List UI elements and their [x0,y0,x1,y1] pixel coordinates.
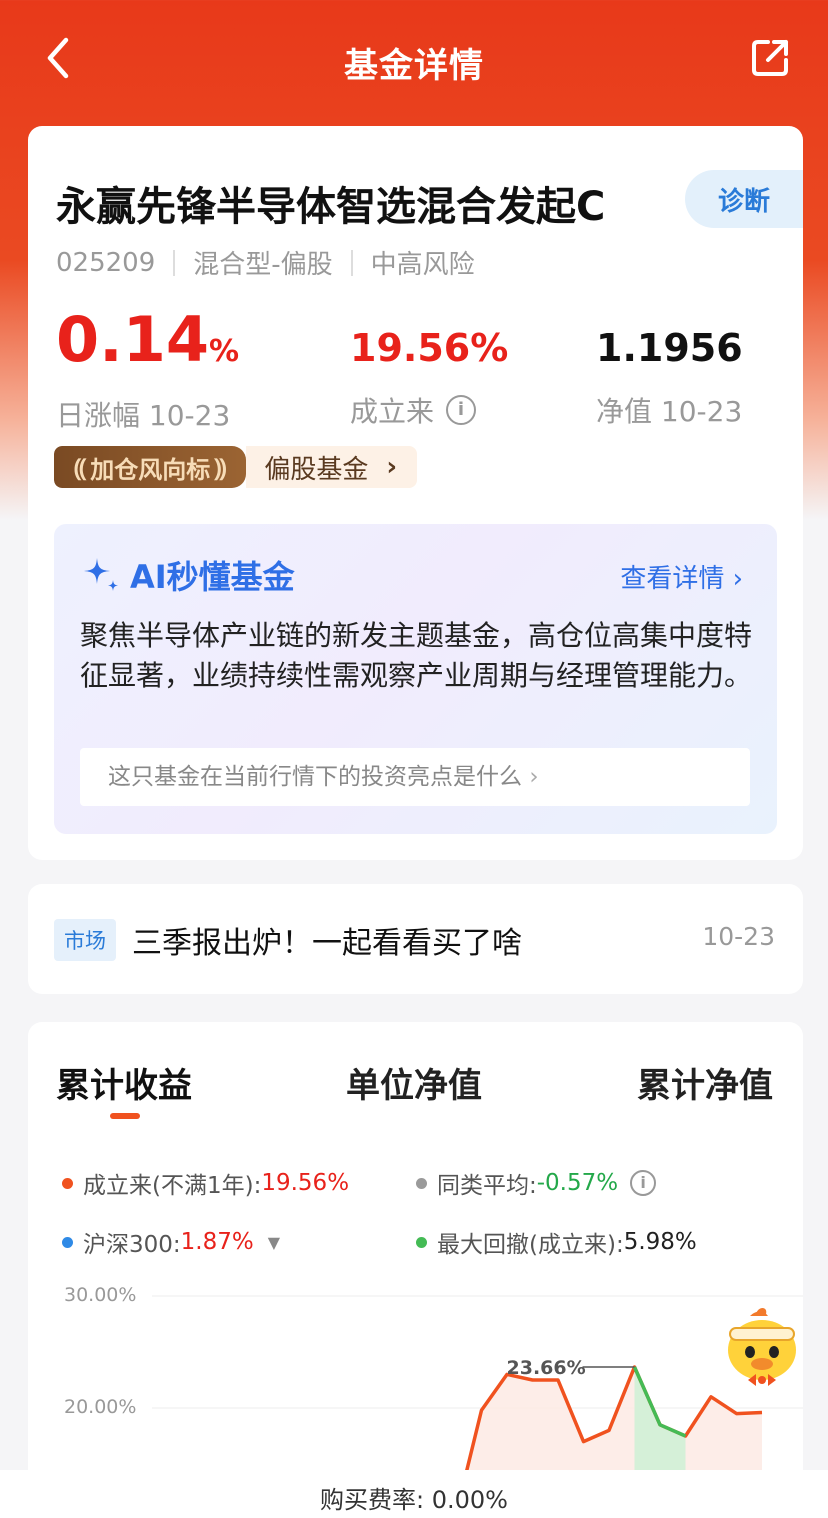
daily-change-stat: 0.14% 日涨幅 10-23 [56,308,239,434]
ai-summary: 聚焦半导体产业链的新发主题基金，高仓位高集中度特征显著，业绩持续性需观察产业周期… [80,619,753,692]
legend-inception: 成立来(不满1年): 19.56% [62,1166,349,1200]
tab-unit-nav[interactable]: 单位净值 [346,1058,482,1107]
tab-active-indicator [110,1113,140,1119]
fund-type-tag: 偏股基金 › [246,446,418,488]
nav-value: 1.1956 [596,326,743,370]
top-nav-bar: 基金详情 [0,0,828,118]
fund-meta: 025209 混合型-偏股 中高风险 [56,244,475,281]
legend-dot [416,1177,427,1189]
news-date: 10-23 [702,922,775,951]
diagnose-button[interactable]: 诊断 [685,170,803,228]
laurel-icon: ⸨ [74,453,87,482]
mascot-assistant-icon[interactable] [722,1304,804,1388]
fund-tag-banner[interactable]: ⸨ 加仓风向标 ⸩ 偏股基金 › [54,446,418,488]
tab-cumulative-nav[interactable]: 累计净值 [637,1058,773,1107]
ai-suggested-question[interactable]: 这只基金在当前行情下的投资亮点是什么 › [80,748,750,806]
ai-explain-panel: AI秒懂基金 查看详情 › 聚焦半导体产业链的新发主题基金，高仓位高集中度特征显… [54,524,777,834]
nav-stat: 1.1956 净值 10-23 [596,308,743,430]
ai-more-link[interactable]: 查看详情 › [620,558,743,595]
info-icon[interactable]: i [446,395,477,425]
tab-cumulative-return[interactable]: 累计收益 [56,1058,192,1107]
chevron-right-icon: › [386,452,398,482]
legend-peer-average: 同类平均: -0.57% i [416,1166,657,1200]
news-title: 三季报出炉！一起看看买了啥 [132,926,522,961]
legend-max-drawdown: 最大回撤(成立来): 5.98% [416,1225,697,1259]
since-inception-value: 19.56% [350,326,509,370]
daily-change-value: 0.14% [56,303,240,376]
chevron-right-icon: › [529,764,539,790]
since-inception-label: 成立来 i [350,390,508,430]
performance-chart-card: 累计收益 单位净值 累计净值 成立来(不满1年): 19.56% 同类平均: -0.… [28,1022,803,1518]
news-tag: 市场 [54,919,116,961]
purchase-fee-bar: 购买费率: 0.00% [0,1470,828,1518]
fund-category: 混合型-偏股 [193,250,333,280]
legend-dot [62,1177,73,1189]
nav-label: 净值 10-23 [596,395,743,428]
legend-hs300[interactable]: 沪深300: 1.87% ▼ [62,1225,280,1259]
signal-tag: ⸨ 加仓风向标 ⸩ [54,446,247,488]
ai-title: AI秒懂基金 [80,552,295,598]
purchase-fee-text: 购买费率: 0.00% [320,1486,508,1514]
page-title: 基金详情 [344,46,484,86]
dropdown-caret-icon[interactable]: ▼ [268,1233,280,1252]
divider [173,249,176,276]
daily-change-label: 日涨幅 10-23 [56,399,231,432]
chevron-right-icon: › [732,564,743,594]
fund-risk: 中高风险 [370,250,475,280]
return-chart[interactable]: 23.66% [28,1272,803,1492]
fund-name: 永赢先锋半导体智选混合发起C [56,184,606,230]
legend-dot [62,1236,73,1248]
divider [350,249,353,276]
info-icon[interactable]: i [630,1170,657,1196]
share-icon[interactable] [750,38,790,78]
laurel-icon: ⸩ [214,453,227,482]
since-inception-stat: 19.56% 成立来 i [350,308,508,430]
sparkle-icon [84,558,118,591]
peak-label: 23.66% [507,1357,586,1379]
legend-dot [416,1236,427,1248]
news-card[interactable]: 市场 三季报出炉！一起看看买了啥 10-23 [28,884,803,994]
fund-overview-card: 永赢先锋半导体智选混合发起C 诊断 025209 混合型-偏股 中高风险 0.1… [28,126,803,860]
fund-code: 025209 [56,247,156,278]
